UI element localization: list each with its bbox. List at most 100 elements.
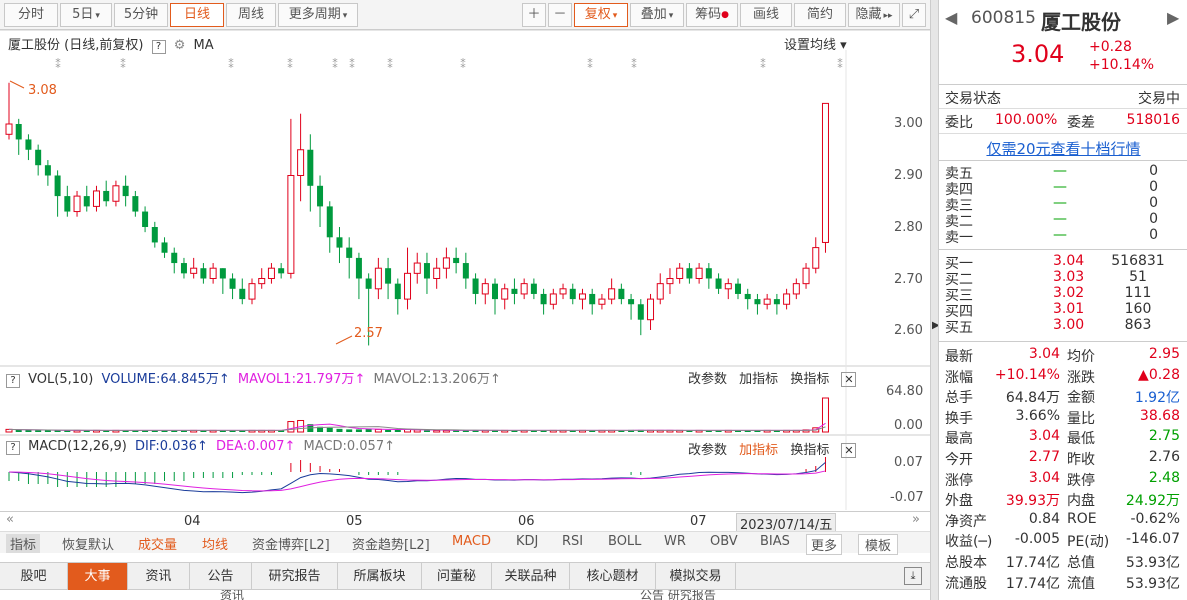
indicator-volume[interactable]: 成交量 (138, 534, 177, 553)
zoom-in-button[interactable]: ＋ (522, 3, 546, 27)
tab-related[interactable]: 关联品种 (492, 563, 570, 590)
reset-default-button[interactable]: 恢复默认 (62, 534, 114, 553)
candle-body (802, 267, 810, 285)
help-icon[interactable]: ? (6, 374, 20, 388)
edit-params-button[interactable]: 改参数 (688, 372, 727, 387)
volume-bar (433, 429, 441, 433)
macd-actions: 改参数 加指标 换指标 ✕ (688, 439, 857, 458)
candle-body (442, 257, 450, 269)
chart-title: 厦工股份 (日线,前复权) (8, 38, 144, 53)
candle-body (200, 268, 207, 279)
prev-stock-icon[interactable]: ◀ (945, 8, 957, 27)
stat-row: 收益(─) -0.005 PE(动) -146.07 (945, 531, 1180, 551)
close-icon[interactable]: ✕ (841, 443, 857, 458)
tab-simulated-trade[interactable]: 模拟交易 (656, 563, 736, 590)
tab-fenshi[interactable]: 分时 (4, 3, 58, 27)
close-icon[interactable]: ✕ (841, 372, 857, 387)
level2-promo-link[interactable]: 仅需20元查看十档行情 (939, 138, 1187, 159)
template-button[interactable]: 模板 (858, 534, 899, 555)
zoom-out-button[interactable]: － (548, 3, 572, 27)
volume-bar (287, 421, 295, 433)
chip-button[interactable]: 筹码● (686, 3, 738, 27)
candle-body (54, 175, 61, 197)
tab-more-periods[interactable]: 更多周期 ▾ (278, 3, 358, 27)
candle-body (608, 288, 616, 300)
fuquan-button[interactable]: 复权 ▾ (574, 3, 628, 27)
tab-5min[interactable]: 5分钟 (114, 3, 168, 27)
tab-5day[interactable]: 5日 ▾ (60, 3, 112, 27)
candle-body (112, 185, 120, 202)
indicator-macd[interactable]: MACD (452, 534, 491, 549)
tab-ask-secretary[interactable]: 问董秘 (422, 563, 492, 590)
tab-announcements[interactable]: 公告 (190, 563, 252, 590)
add-indicator-button[interactable]: 加指标 (739, 372, 778, 387)
last-price: 3.04 (1011, 40, 1065, 68)
indicator-wr[interactable]: WR (664, 534, 686, 549)
bid-row-4: 买五 3.00 863 (945, 317, 1152, 336)
candle-body (287, 175, 295, 274)
stat-row: 最新 3.04 均价 2.95 (945, 346, 1180, 365)
indicator-kdj[interactable]: KDJ (516, 534, 538, 549)
next-stock-icon[interactable]: ▶ (1167, 8, 1179, 27)
stat-row: 流通股 17.74亿 流值 53.93亿 (945, 575, 1180, 592)
stock-code: 600815 (971, 8, 1036, 28)
candle-body (492, 283, 498, 300)
switch-indicator-button[interactable]: 换指标 (790, 443, 829, 458)
tab-sectors[interactable]: 所属板块 (338, 563, 422, 590)
tab-research[interactable]: 研究报告 (252, 563, 338, 590)
edit-params-button[interactable]: 改参数 (688, 443, 727, 458)
simple-button[interactable]: 简约 (794, 3, 846, 27)
candle-body (695, 267, 703, 279)
volume-bar (35, 430, 42, 432)
scroll-right-icon[interactable]: » (912, 512, 920, 527)
candle-body (481, 283, 489, 295)
tab-guba[interactable]: 股吧 (0, 563, 68, 590)
bottom-stub-right: 公告 研究报告 (640, 590, 716, 600)
indicator-ma[interactable]: 均线 (202, 534, 228, 553)
gear-icon[interactable]: ⚙ (174, 38, 186, 53)
stat-row: 涨停 3.04 跌停 2.48 (945, 469, 1180, 489)
indicator-bias[interactable]: BIAS (760, 534, 790, 549)
switch-indicator-button[interactable]: 换指标 (790, 372, 829, 387)
minimize-panel-icon[interactable]: ⤓ (904, 567, 922, 585)
tab-week[interactable]: 周线 (226, 3, 276, 27)
side-splitter[interactable]: ▶ (930, 0, 940, 600)
tab-events[interactable]: 大事 (68, 563, 128, 590)
candle-body (589, 293, 596, 305)
overlay-button[interactable]: 叠加 ▾ (630, 3, 684, 27)
indicator-toggle[interactable]: 指标 (6, 534, 41, 553)
indicator-obv[interactable]: OBV (710, 534, 738, 549)
scroll-left-icon[interactable]: « (6, 512, 14, 527)
more-indicators-button[interactable]: 更多 (806, 534, 843, 555)
add-indicator-button[interactable]: 加指标 (739, 443, 778, 458)
indicator-fund-trend[interactable]: 资金趋势[L2] (352, 534, 430, 553)
candle-body (209, 267, 217, 279)
hide-button[interactable]: 隐藏 ▸▸ (848, 3, 900, 27)
candle-body (763, 298, 771, 305)
help-icon[interactable]: ? (6, 441, 20, 455)
candle-body (735, 283, 741, 294)
tab-news[interactable]: 资讯 (128, 563, 190, 590)
stat-row: 总股本 17.74亿 总值 53.93亿 (945, 555, 1180, 571)
indicator-rsi[interactable]: RSI (562, 534, 583, 549)
indicator-boll[interactable]: BOLL (608, 534, 641, 549)
candle-body (161, 242, 168, 253)
macd-y-top: 0.07 (894, 455, 923, 470)
tab-day[interactable]: 日线 (170, 3, 224, 27)
fullscreen-icon[interactable]: ⤢ (902, 3, 926, 27)
candle-body (656, 283, 664, 300)
macd-y-bottom: -0.07 (890, 490, 924, 505)
volume-bar (44, 430, 51, 432)
draw-line-button[interactable]: 画线 (740, 3, 792, 27)
stat-row: 今开 2.77 昨收 2.76 (945, 449, 1180, 468)
indicator-fund-game[interactable]: 资金博弈[L2] (252, 534, 330, 553)
candle-body (278, 268, 285, 274)
x-tick: 04 (184, 514, 201, 529)
tab-core-themes[interactable]: 核心题材 (570, 563, 656, 590)
set-ma-button[interactable]: 设置均线 ▾ (784, 34, 847, 53)
candle-body (530, 283, 537, 294)
help-icon[interactable]: ? (151, 40, 166, 54)
low-arrow (335, 335, 353, 345)
candle-body (666, 278, 674, 285)
candle-body (248, 283, 256, 300)
